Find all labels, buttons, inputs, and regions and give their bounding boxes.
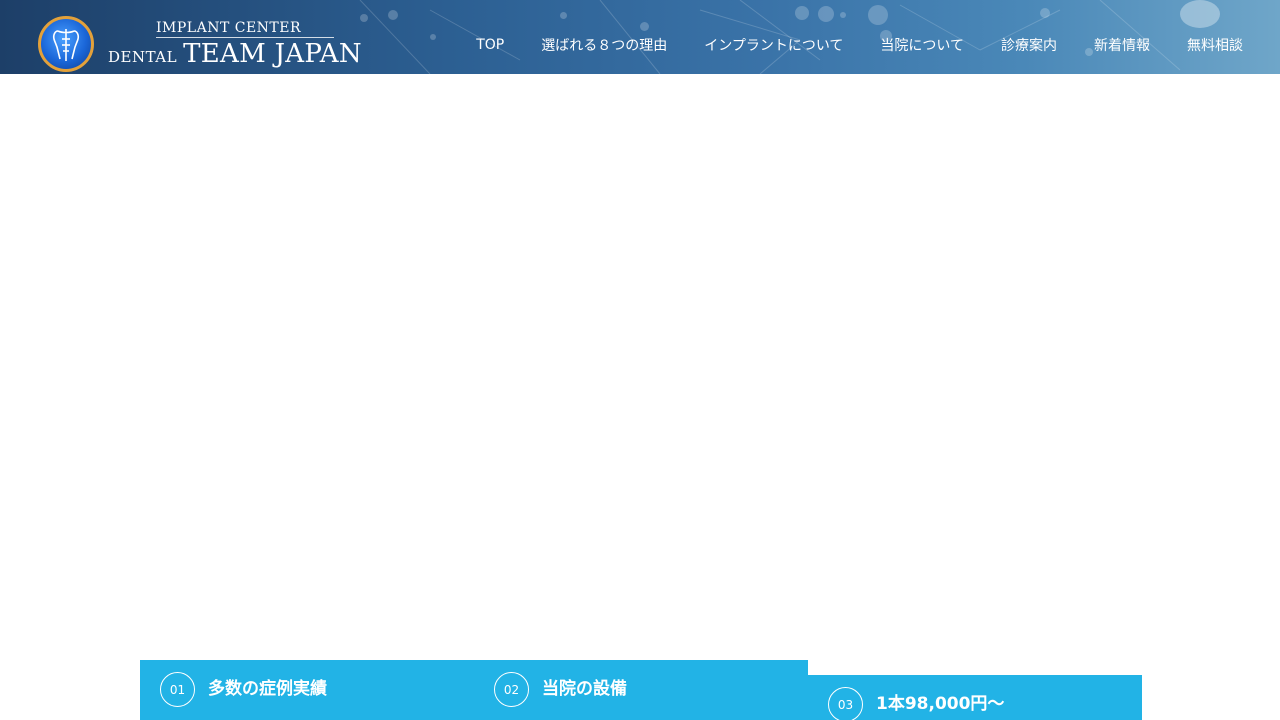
feature-title: 当院の設備 xyxy=(542,679,627,699)
feature-title: 多数の症例実績 xyxy=(208,679,327,699)
site-logo[interactable]: IMPLANT CENTER DENTAL TEAM JAPAN xyxy=(38,16,362,72)
nav-item-reasons[interactable]: 選ばれる８つの理由 xyxy=(541,35,667,55)
nav-item-news[interactable]: 新着情報 xyxy=(1094,35,1150,55)
logo-wordmark: IMPLANT CENTER DENTAL TEAM JAPAN xyxy=(108,21,362,67)
feature-title: 1本98,000円〜 xyxy=(876,694,1005,714)
nav-item-services[interactable]: 診療案内 xyxy=(1001,35,1057,55)
feature-number-badge: 02 xyxy=(494,672,529,707)
logo-dental-text: DENTAL xyxy=(108,48,178,66)
site-header: IMPLANT CENTER DENTAL TEAM JAPAN TOP 選ばれ… xyxy=(0,0,1280,74)
nav-item-about-clinic[interactable]: 当院について xyxy=(880,35,964,55)
feature-card-facilities[interactable]: 02 当院の設備 xyxy=(474,660,808,720)
feature-number-badge: 01 xyxy=(160,672,195,707)
logo-divider xyxy=(156,37,334,38)
feature-number-badge: 03 xyxy=(828,687,863,720)
nav-item-top[interactable]: TOP xyxy=(476,37,504,53)
feature-cards: 01 多数の症例実績 02 当院の設備 03 1本98,000円〜 xyxy=(140,660,1142,720)
feature-card-price[interactable]: 03 1本98,000円〜 xyxy=(808,675,1142,720)
tooth-implant-emblem-icon xyxy=(38,16,94,72)
main-navigation: TOP 選ばれる８つの理由 インプラントについて 当院について 診療案内 新着情… xyxy=(476,0,1243,74)
nav-item-consultation[interactable]: 無料相談 xyxy=(1187,35,1243,55)
logo-subtitle: IMPLANT CENTER xyxy=(156,20,302,36)
nav-item-about-implant[interactable]: インプラントについて xyxy=(704,35,843,55)
logo-name-text: TEAM JAPAN xyxy=(183,39,362,69)
feature-card-cases[interactable]: 01 多数の症例実績 xyxy=(140,660,474,720)
